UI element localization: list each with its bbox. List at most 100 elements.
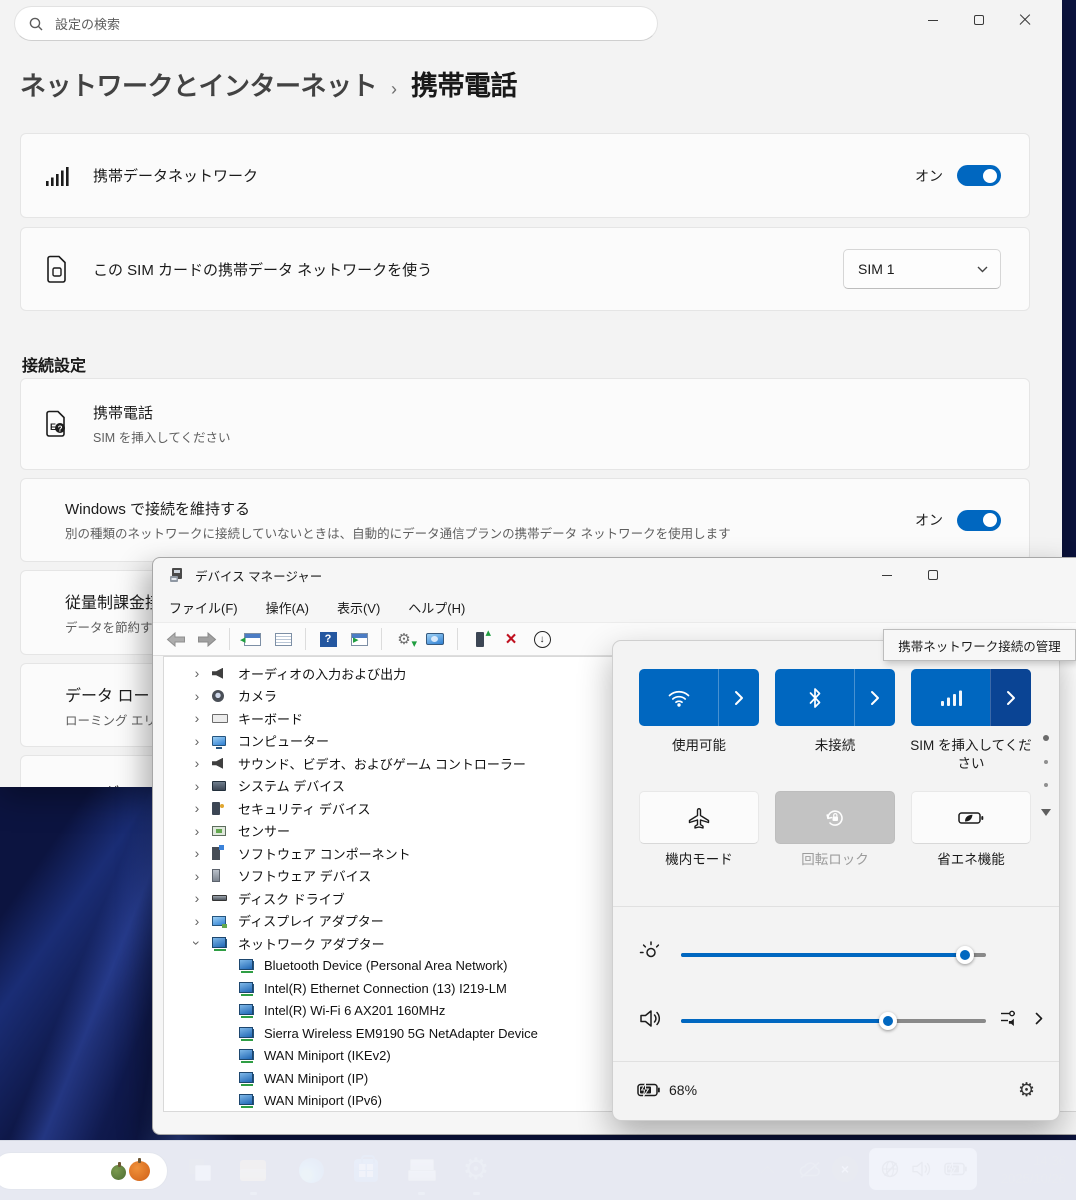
menu-help[interactable]: ヘルプ(H) (408, 598, 465, 617)
help-button[interactable]: ? (315, 626, 341, 652)
chevron-right-icon[interactable]: › (190, 801, 204, 815)
airplane-icon (687, 807, 711, 829)
battery-status[interactable]: 68% (637, 1082, 697, 1098)
bluetooth-expand-chevron[interactable] (854, 669, 895, 726)
chevron-right-icon[interactable]: › (190, 734, 204, 748)
forward-button[interactable] (194, 626, 220, 652)
maximize-button[interactable] (956, 0, 1002, 40)
page-title: 携帯電話 (411, 64, 517, 103)
chevron-expanded-icon[interactable]: › (190, 936, 204, 950)
network-adapter-icon (242, 1006, 254, 1015)
cellular-data-label: 携帯データネットワーク (93, 165, 915, 186)
scan-computer-button[interactable] (422, 626, 448, 652)
device-manager-menubar: ファイル(F) 操作(A) 表示(V) ヘルプ(H) (169, 594, 465, 621)
minimize-button[interactable] (864, 558, 910, 592)
uninstall-device-button[interactable]: × (498, 626, 524, 652)
bluetooth-toggle[interactable] (775, 669, 854, 726)
wifi-expand-chevron[interactable] (718, 669, 759, 726)
airplane-mode-label: 機内モード (633, 851, 765, 869)
minimize-button[interactable] (910, 0, 956, 40)
update-driver-button[interactable]: ▴ (467, 626, 493, 652)
menu-view[interactable]: 表示(V) (337, 598, 380, 617)
network-adapter-icon (242, 1051, 254, 1060)
keyboard-icon (212, 714, 228, 723)
energy-saver-label: 省エネ機能 (905, 851, 1037, 869)
scan-hardware-changes-button[interactable]: ⚙▾ (391, 626, 417, 652)
network-adapter-icon (242, 1029, 254, 1038)
chevron-right-icon[interactable]: › (190, 846, 204, 860)
page-dot[interactable] (1044, 760, 1048, 764)
wifi-tile-label: 使用可能 (633, 737, 765, 755)
airplane-mode-tile[interactable] (639, 791, 759, 844)
chevron-right-icon[interactable]: › (190, 914, 204, 928)
wifi-toggle[interactable] (639, 669, 718, 726)
chevron-right-icon (870, 690, 880, 706)
quick-settings-panel: 使用可能 未接続 SIM を挿入してください 機内モード 回転ロック 省エネ機能 (612, 640, 1060, 1121)
sensor-icon (212, 826, 226, 836)
keep-connected-toggle[interactable] (957, 510, 1001, 531)
chevron-right-icon[interactable]: › (190, 689, 204, 703)
cellular-tile-label: SIM を挿入してください (905, 737, 1037, 773)
settings-gear-icon[interactable]: ⚙ (1018, 1081, 1035, 1100)
eco-battery-icon (958, 810, 984, 826)
show-console-tree-button[interactable]: ◂ (239, 626, 265, 652)
cellular-expand-chevron[interactable] (990, 669, 1031, 726)
signal-bars-icon (45, 165, 69, 187)
chevron-right-icon[interactable]: › (190, 711, 204, 725)
chevron-right-icon[interactable]: › (190, 824, 204, 838)
breadcrumb: ネットワークとインターネット › 携帯電話 (20, 64, 517, 103)
page-dot[interactable] (1044, 783, 1048, 787)
brightness-slider[interactable] (681, 953, 986, 957)
audio-output-icon[interactable] (999, 1008, 1021, 1035)
volume-icon (639, 1009, 663, 1034)
volume-slider[interactable] (681, 1019, 986, 1023)
network-adapter-icon (242, 1074, 254, 1083)
page-dot-active[interactable] (1043, 735, 1049, 741)
bluetooth-tile (775, 669, 895, 726)
display-adapter-icon (212, 916, 226, 926)
menu-action[interactable]: 操作(A) (266, 598, 309, 617)
network-adapter-icon (242, 961, 254, 970)
energy-saver-tile[interactable] (911, 791, 1031, 844)
chevron-right-icon[interactable]: › (190, 666, 204, 680)
disable-device-button[interactable]: ↓ (529, 626, 555, 652)
properties-button[interactable] (270, 626, 296, 652)
back-button[interactable] (163, 626, 189, 652)
cellular-toggle[interactable] (911, 669, 990, 726)
search-input[interactable]: 設定の検索 (14, 6, 658, 41)
action-pane-button[interactable]: ▸ (346, 626, 372, 652)
cellular-bars-icon (940, 689, 962, 707)
volume-slider-thumb[interactable] (879, 1012, 897, 1030)
volume-row (613, 1004, 1059, 1038)
chevron-right-icon[interactable]: › (190, 779, 204, 793)
chevron-right-icon[interactable]: › (190, 869, 204, 883)
keep-connected-subtitle: 別の種類のネットワークに接続していないときは、自動的にデータ通信プランの携帯デー… (65, 523, 915, 542)
software-component-icon (212, 847, 220, 860)
toggle-state-label: オン (915, 166, 943, 186)
brightness-slider-thumb[interactable] (956, 946, 974, 964)
sim-dropdown[interactable]: SIM 1 (843, 249, 1001, 289)
rotation-lock-label: 回転ロック (769, 851, 901, 869)
brightness-icon (639, 941, 663, 970)
camera-icon (212, 690, 224, 702)
device-manager-title: デバイス マネージャー (195, 566, 322, 585)
chevron-right-icon[interactable]: › (190, 891, 204, 905)
svg-text:?: ? (58, 424, 63, 433)
taskbar-search[interactable] (0, 1152, 168, 1190)
quick-settings-footer: 68% ⚙ (613, 1060, 1059, 1120)
breadcrumb-parent[interactable]: ネットワークとインターネット (20, 66, 377, 103)
chevron-right-icon[interactable]: › (190, 756, 204, 770)
close-button[interactable] (1002, 0, 1048, 40)
menu-file[interactable]: ファイル(F) (169, 598, 238, 617)
sim-card-icon (46, 255, 68, 283)
expand-arrow-icon[interactable] (1041, 809, 1051, 816)
software-device-icon (212, 869, 220, 882)
cellular-data-toggle[interactable] (957, 165, 1001, 186)
sim-select-card: この SIM カードの携帯データ ネットワークを使う SIM 1 (20, 227, 1030, 311)
toggle-state-label: オン (915, 510, 943, 530)
wifi-icon (667, 688, 691, 708)
maximize-button[interactable] (910, 558, 956, 592)
computer-icon (212, 736, 226, 746)
cellular-status-card: E ? 携帯電話 SIM を挿入してください (20, 378, 1030, 470)
audio-output-chevron[interactable] (1035, 1012, 1043, 1030)
